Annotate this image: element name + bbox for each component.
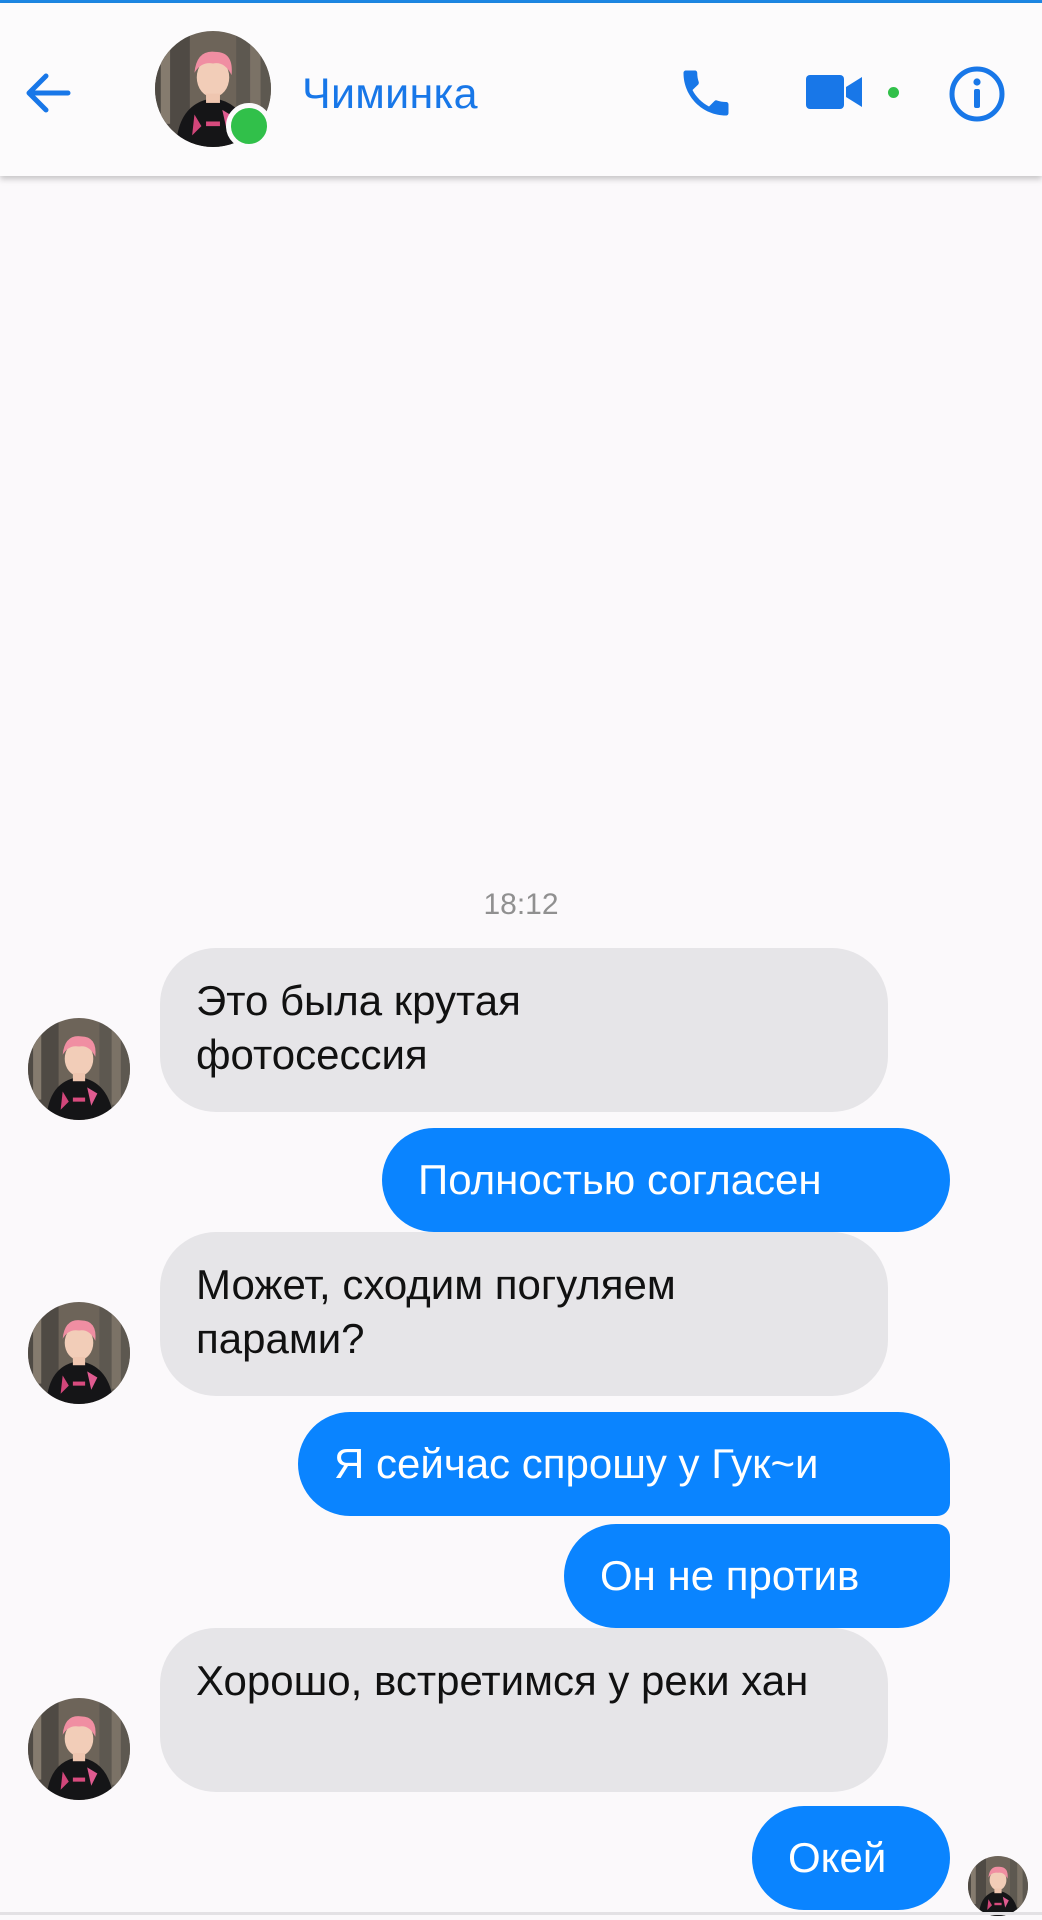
outgoing-message-bubble[interactable]: Он не против <box>564 1524 950 1628</box>
message-text: Я сейчас спрошу у Гук~и <box>334 1440 819 1487</box>
seen-receipt-avatar <box>968 1856 1028 1916</box>
message-text: Он не против <box>600 1552 860 1599</box>
contact-name[interactable]: Чиминка <box>302 69 478 119</box>
online-status-indicator <box>226 103 272 149</box>
message-text: Хорошо, встретимся у реки хан <box>196 1657 809 1704</box>
outgoing-message-bubble[interactable]: Окей <box>752 1806 950 1910</box>
incoming-message-bubble[interactable]: Это была крутая фотосессия <box>160 948 888 1112</box>
contact-avatar-small[interactable] <box>28 1302 130 1404</box>
message-text: Может, сходим погуляем парами? <box>196 1261 676 1362</box>
message-text: Полностью согласен <box>418 1156 822 1203</box>
phone-icon[interactable] <box>676 63 736 123</box>
composer-divider <box>0 1912 1042 1915</box>
incoming-message-bubble[interactable]: Может, сходим погуляем парами? <box>160 1232 888 1396</box>
contact-avatar-small[interactable] <box>28 1698 130 1800</box>
outgoing-message-bubble[interactable]: Я сейчас спрошу у Гук~и <box>298 1412 950 1516</box>
video-camera-icon[interactable] <box>806 73 862 111</box>
message-text: Это была крутая фотосессия <box>196 977 521 1078</box>
contact-avatar-small[interactable] <box>28 1018 130 1120</box>
conversation-header: Чиминка <box>0 3 1042 176</box>
info-icon[interactable] <box>948 65 1006 123</box>
message-timestamp: 18:12 <box>483 888 559 921</box>
video-available-dot <box>888 87 899 98</box>
incoming-message-bubble[interactable]: Хорошо, встретимся у реки хан <box>160 1628 888 1792</box>
outgoing-message-bubble[interactable]: Полностью согласен <box>382 1128 950 1232</box>
message-text: Окей <box>788 1834 887 1881</box>
arrow-left-icon[interactable] <box>20 65 76 121</box>
